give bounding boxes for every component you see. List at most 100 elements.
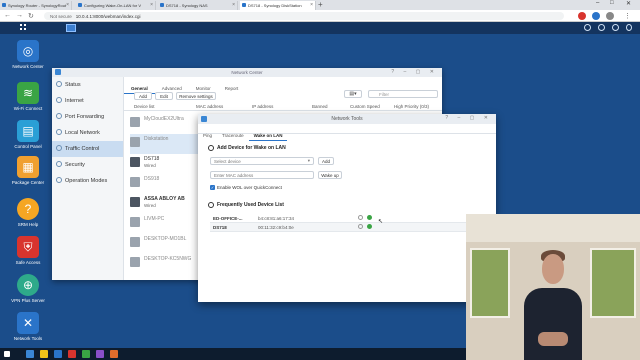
window-controls[interactable]: ? – ▢ ✕ xyxy=(445,115,492,121)
desktop-icon-network-center[interactable]: ◎ Network Center xyxy=(8,40,48,69)
menu-icon[interactable]: ⋮ xyxy=(624,12,631,20)
list-item[interactable]: DS718 Wired xyxy=(130,154,202,174)
column-custom-speed[interactable]: Custom Speed xyxy=(350,104,380,109)
close-icon[interactable]: × xyxy=(310,2,313,8)
taskbar-app-icon[interactable] xyxy=(82,350,90,358)
tab-report[interactable]: Report xyxy=(218,84,246,93)
list-item[interactable]: LIVM-PC xyxy=(130,214,202,234)
wifi-icon: ≋ xyxy=(17,82,39,104)
taskbar-app-icon[interactable] xyxy=(110,350,118,358)
options-icon[interactable] xyxy=(626,24,632,31)
sidebar: Status Internet Port Forwarding Local Ne… xyxy=(52,77,124,280)
browser-tab[interactable]: Configuring Wake-On-LAN for V × xyxy=(76,1,156,10)
sidebar-item-status[interactable]: Status xyxy=(52,77,123,93)
new-tab-button[interactable]: + xyxy=(318,0,323,9)
browser-tab[interactable]: Synology Router - SynologyRout × xyxy=(0,1,72,10)
desktop-icon-control-panel[interactable]: ▤ Control Panel xyxy=(8,120,48,149)
wake-up-button[interactable]: Wake up xyxy=(318,171,342,179)
edit-button[interactable]: Edit xyxy=(155,92,173,100)
sidebar-item-internet[interactable]: Internet xyxy=(52,93,123,109)
desktop-icon-safe-access[interactable]: ⛨ Safe Access xyxy=(8,236,48,265)
profile-avatar[interactable] xyxy=(606,12,614,20)
list-item[interactable]: ASSA ABLOY AB Wired xyxy=(130,194,202,214)
forward-icon[interactable]: → xyxy=(16,12,23,19)
view-toggle-icon[interactable]: ▤▾ xyxy=(344,90,362,98)
dsm-taskbar xyxy=(0,22,640,34)
taskbar-app-icon[interactable] xyxy=(68,350,76,358)
taskbar-app-icon[interactable] xyxy=(40,350,48,358)
main-menu-icon[interactable] xyxy=(20,24,30,32)
sidebar-item-operation-modes[interactable]: Operation Modes xyxy=(52,173,123,189)
window-titlebar[interactable]: Network Tools ? – ▢ ✕ xyxy=(198,114,496,124)
enable-wol-checkbox[interactable]: ✓ Enable WOL over QuickConnect xyxy=(210,185,282,190)
power-on-icon[interactable] xyxy=(367,215,372,220)
list-item[interactable]: DESKTOP-MO1BL xyxy=(130,234,202,254)
device-icon xyxy=(130,237,140,247)
user-icon[interactable] xyxy=(598,24,605,31)
column-mac-address[interactable]: MAC address xyxy=(196,104,223,109)
window-controls[interactable]: ? – ▢ ✕ xyxy=(391,69,438,75)
device-icon xyxy=(130,117,140,127)
remove-icon[interactable] xyxy=(358,224,363,229)
close-icon[interactable]: × xyxy=(66,2,69,8)
taskbar-app-button[interactable] xyxy=(66,24,76,32)
person-hands xyxy=(538,332,568,346)
taskbar-app-icon[interactable] xyxy=(54,350,62,358)
list-item[interactable]: DS918 xyxy=(130,174,202,194)
maximize-icon[interactable]: □ xyxy=(610,0,614,6)
taskbar-app-icon[interactable] xyxy=(26,350,34,358)
browser-tab-active[interactable]: DS718 - Synology DiskStation × xyxy=(240,1,316,10)
desktop-icon-srm-help[interactable]: ? SRM Help xyxy=(8,198,48,227)
extension-icon[interactable] xyxy=(592,12,600,20)
add-button[interactable]: Add xyxy=(134,92,152,100)
webcam-overlay xyxy=(466,214,640,360)
column-banned[interactable]: Banned xyxy=(312,104,328,109)
shield-icon xyxy=(56,161,62,167)
desktop-icon-package-center[interactable]: ▦ Package Center xyxy=(8,156,48,185)
section-title-add-device: Add Device for Wake on LAN xyxy=(208,145,286,151)
power-on-icon[interactable] xyxy=(367,224,372,229)
window-titlebar[interactable]: Network Center ? – ▢ ✕ xyxy=(52,68,442,77)
device-icon xyxy=(130,197,140,207)
notification-icon[interactable] xyxy=(584,24,591,31)
list-item[interactable]: DESKTOP-KC5NWG xyxy=(130,254,202,274)
search-icon[interactable] xyxy=(612,24,619,31)
remove-icon[interactable] xyxy=(358,215,363,220)
add-device-button[interactable]: Add xyxy=(318,157,334,165)
close-icon[interactable]: × xyxy=(150,2,153,8)
table-row[interactable]: DS718 00:11:32:c9:b4:0e xyxy=(210,223,480,232)
tab-ping[interactable]: Ping xyxy=(198,131,217,140)
close-window-icon[interactable]: ✕ xyxy=(626,0,631,7)
url-input[interactable]: Not secure 10.0.4.1:8000/webman/index.cgi xyxy=(44,12,564,20)
back-icon[interactable]: ← xyxy=(4,12,11,19)
desktop-icon-network-tools[interactable]: ✕ Network Tools xyxy=(8,312,48,341)
list-icon xyxy=(208,202,214,208)
tab-traceroute[interactable]: Traceroute xyxy=(217,131,249,140)
device-icon xyxy=(130,217,140,227)
windows-taskbar xyxy=(0,348,466,360)
desktop-icon-wifi-connect[interactable]: ≋ Wi-Fi Connect xyxy=(8,82,48,111)
tab-wake-on-lan[interactable]: Wake on LAN xyxy=(248,131,288,141)
mac-address-input[interactable]: Enter MAC address xyxy=(210,171,314,179)
reload-icon[interactable]: ↻ xyxy=(28,12,34,20)
desktop-icon-vpn-plus[interactable]: ⊕ VPN Plus Server xyxy=(8,274,48,303)
minimize-icon[interactable]: – xyxy=(596,0,599,6)
sidebar-item-security[interactable]: Security xyxy=(52,157,123,173)
start-icon[interactable] xyxy=(4,351,10,357)
sidebar-item-local-network[interactable]: Local Network xyxy=(52,125,123,141)
sidebar-item-traffic-control[interactable]: Traffic Control xyxy=(52,141,123,157)
column-device-list[interactable]: Device list xyxy=(134,104,155,109)
close-icon[interactable]: × xyxy=(232,2,235,8)
column-high-priority[interactable]: High Priority (0/3) xyxy=(394,104,429,109)
list-item[interactable]: Diskstation xyxy=(130,134,202,154)
table-row[interactable]: ED-OFFICE-... b4:c8:81:a6:17:34 xyxy=(210,214,480,223)
taskbar-app-icon[interactable] xyxy=(96,350,104,358)
extension-icon[interactable] xyxy=(578,12,586,20)
remove-settings-button[interactable]: Remove settings xyxy=(176,92,216,100)
list-item[interactable]: MyCloudEX2Ultra xyxy=(130,114,202,134)
column-ip-address[interactable]: IP address xyxy=(252,104,273,109)
filter-input[interactable]: Filter xyxy=(368,90,438,98)
select-device-dropdown[interactable]: Select device ▾ xyxy=(210,157,314,165)
sidebar-item-port-forwarding[interactable]: Port Forwarding xyxy=(52,109,123,125)
browser-tab[interactable]: DS718 - Synology NAS × xyxy=(158,1,238,10)
